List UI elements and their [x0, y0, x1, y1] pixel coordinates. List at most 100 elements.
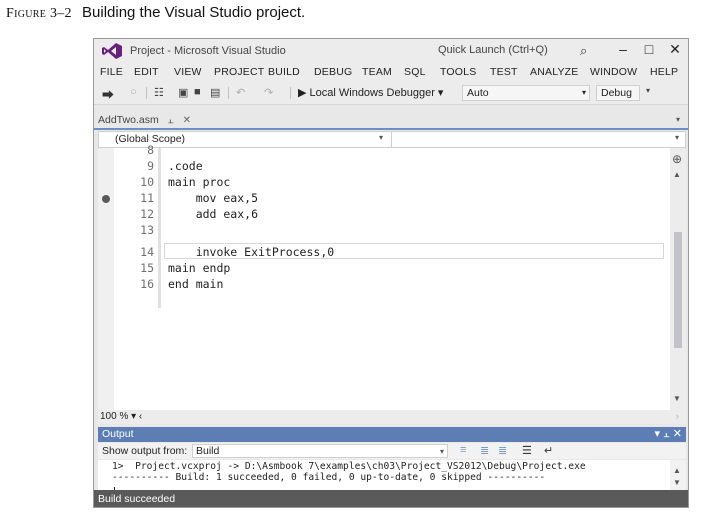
code-line[interactable]: main endp: [168, 261, 230, 275]
show-output-label: Show output from:: [102, 445, 188, 457]
save-icon[interactable]: ■: [194, 86, 201, 98]
next-message-icon[interactable]: ≣: [498, 444, 507, 457]
maximize-icon[interactable]: □: [640, 41, 658, 57]
chevron-down-icon[interactable]: ▾: [646, 86, 650, 95]
menu-bar: FILE EDIT VIEW PROJECT BUILD DEBUG TEAM …: [94, 63, 688, 81]
split-window-icon[interactable]: ⊕: [672, 152, 682, 166]
title-bar: Project - Microsoft Visual Studio Quick …: [94, 39, 688, 63]
figure-caption: Figure 3–2 Building the Visual Studio pr…: [6, 4, 305, 22]
find-message-icon[interactable]: ≡: [460, 444, 466, 456]
search-icon[interactable]: ⌕: [580, 43, 587, 59]
start-debugging-button[interactable]: ▶ Local Windows Debugger ▾: [298, 86, 443, 99]
scroll-thumb[interactable]: [674, 232, 682, 348]
toolbar-separator: [146, 87, 147, 99]
menu-build[interactable]: BUILD: [268, 66, 300, 78]
navigation-bar: (Global Scope) ▾ ▾: [98, 131, 686, 148]
visual-studio-window: Project - Microsoft Visual Studio Quick …: [93, 38, 689, 508]
menu-tools[interactable]: TOOLS: [440, 66, 476, 78]
visual-studio-logo-icon: [102, 43, 122, 59]
menu-debug[interactable]: DEBUG: [314, 66, 352, 78]
chevron-down-icon[interactable]: ▾: [379, 133, 383, 142]
undo-icon[interactable]: ↶: [236, 86, 245, 99]
code-line[interactable]: .code: [168, 159, 203, 173]
back-icon[interactable]: ⮕: [102, 86, 114, 103]
output-panel-controls: ▾ ⫠ ✕: [654, 427, 682, 441]
code-line[interactable]: add eax,6: [168, 207, 258, 221]
toolbar-separator: [228, 87, 229, 99]
change-indicator: [158, 148, 161, 308]
redo-icon[interactable]: ↷: [264, 86, 273, 99]
output-panel-title: Output: [102, 428, 134, 440]
output-source-dropdown[interactable]: Build ▾: [192, 444, 448, 458]
open-file-icon[interactable]: ▣: [178, 86, 188, 99]
menu-project[interactable]: PROJECT: [214, 66, 264, 78]
line-number: 9: [147, 159, 154, 173]
pin-icon[interactable]: ⫠: [168, 115, 174, 126]
configuration-value: Debug: [601, 87, 632, 99]
previous-message-icon[interactable]: ≣: [480, 444, 489, 457]
output-panel-header: Output ▾ ⫠ ✕: [98, 427, 686, 442]
line-number: 13: [140, 223, 154, 237]
close-tab-icon[interactable]: ✕: [183, 115, 191, 126]
output-line: ---------- Build: 1 succeeded, 0 failed,…: [112, 472, 546, 483]
clear-all-icon[interactable]: ☰: [522, 444, 532, 457]
scroll-down-icon[interactable]: ▼: [673, 478, 681, 487]
line-number: 15: [140, 261, 154, 275]
figure-number: Figure 3–2: [6, 6, 72, 21]
menu-team[interactable]: TEAM: [362, 66, 392, 78]
scroll-right-icon[interactable]: ›: [676, 411, 679, 421]
menu-file[interactable]: FILE: [100, 66, 123, 78]
code-line[interactable]: invoke ExitProcess,0: [168, 245, 334, 259]
word-wrap-icon[interactable]: ↵: [544, 444, 553, 457]
tab-underline: [94, 128, 688, 130]
close-icon[interactable]: ✕: [666, 41, 684, 58]
new-project-icon[interactable]: ☷: [154, 86, 164, 99]
code-line[interactable]: main proc: [168, 175, 230, 189]
menu-edit[interactable]: EDIT: [134, 66, 159, 78]
panel-dropdown-icon[interactable]: ▾: [654, 428, 660, 440]
menu-analyze[interactable]: ANALYZE: [530, 66, 578, 78]
code-editor[interactable]: 8 9 10 11 12 13 14 15 16 .code main proc…: [98, 143, 686, 410]
close-icon[interactable]: ✕: [673, 428, 682, 440]
minimize-icon[interactable]: ‒: [614, 41, 632, 57]
breakpoint-icon[interactable]: [102, 195, 110, 203]
menu-view[interactable]: VIEW: [174, 66, 202, 78]
tab-addtwo-asm[interactable]: AddTwo.asm ⫠ ✕: [98, 114, 191, 126]
chevron-down-icon: ▾: [439, 447, 444, 456]
scroll-down-icon[interactable]: ▼: [673, 394, 681, 403]
output-toolbar: Show output from: Build ▾ ≡ ≣ ≣ ☰ ↵: [98, 443, 686, 459]
save-all-icon[interactable]: ▤: [210, 86, 220, 99]
output-text-area[interactable]: 1> Project.vcxproj -> D:\Asmbook 7\examp…: [98, 460, 686, 495]
chevron-down-icon[interactable]: ▾: [675, 133, 679, 142]
zoom-dropdown[interactable]: 100 % ▾ ‹: [100, 411, 142, 422]
status-text: Build succeeded: [98, 493, 176, 505]
chevron-down-icon: ▾: [581, 88, 586, 97]
breakpoint-margin[interactable]: [98, 148, 114, 410]
scroll-up-icon[interactable]: ▲: [673, 466, 681, 475]
menu-help[interactable]: HELP: [650, 66, 678, 78]
scroll-up-icon[interactable]: ▲: [673, 170, 681, 179]
menu-test[interactable]: TEST: [490, 66, 518, 78]
scope-divider: [391, 132, 392, 147]
output-vertical-scrollbar[interactable]: ▲ ▼: [670, 460, 686, 493]
zoom-level: 100 %: [100, 411, 129, 422]
code-line[interactable]: end main: [168, 277, 223, 291]
line-number: 8: [147, 143, 154, 157]
document-tab-strip: AddTwo.asm ⫠ ✕ ▾: [94, 113, 688, 129]
line-number: 10: [140, 175, 154, 189]
forward-icon[interactable]: ○: [130, 86, 137, 98]
toolbar-separator: [290, 87, 291, 99]
menu-sql[interactable]: SQL: [404, 66, 426, 78]
line-number: 14: [140, 245, 154, 259]
output-source-value: Build: [196, 445, 220, 457]
platform-dropdown[interactable]: Auto ▾: [462, 85, 590, 101]
configuration-dropdown[interactable]: Debug: [596, 85, 640, 101]
platform-value: Auto: [467, 87, 489, 99]
line-number: 11: [140, 191, 154, 205]
menu-window[interactable]: WINDOW: [590, 66, 637, 78]
code-line[interactable]: mov eax,5: [168, 191, 258, 205]
figure-caption-text: Building the Visual Studio project.: [82, 4, 306, 21]
tab-dropdown-icon[interactable]: ▾: [676, 115, 680, 124]
editor-vertical-scrollbar[interactable]: ⊕ ▲ ▼: [670, 148, 686, 410]
pin-icon[interactable]: ⫠: [663, 428, 670, 440]
